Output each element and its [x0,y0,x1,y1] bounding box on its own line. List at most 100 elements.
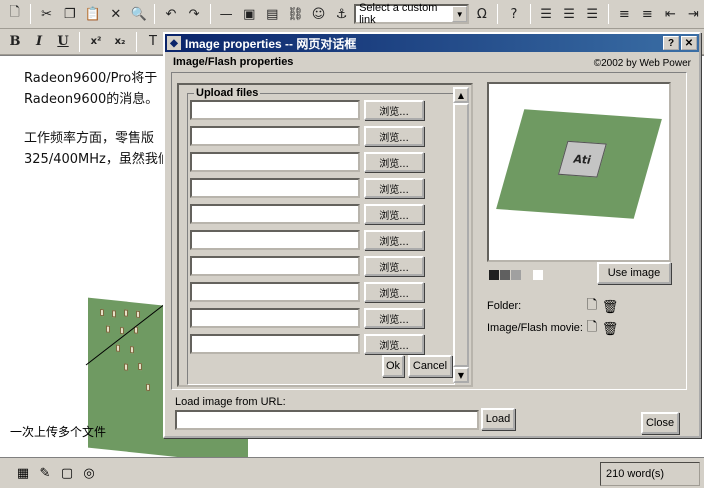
chip-dot [116,344,120,352]
horizontal-rule-icon[interactable]: — [216,3,237,25]
close-icon[interactable]: ✕ [681,36,697,50]
bold-button[interactable]: B [4,31,26,53]
chip-preview-image: Ati [496,109,662,219]
browse-button[interactable]: 浏览... [364,334,424,354]
text-color-icon[interactable]: T [142,31,164,53]
superscript-button[interactable]: x² [85,31,107,53]
chip-dot [100,308,104,317]
chip-dot [146,383,150,392]
upload-row: 浏览... [188,334,428,354]
chevron-down-icon[interactable]: ▼ [452,6,468,22]
file-path-input[interactable] [190,282,360,302]
trash-icon[interactable]: 🗑 [602,321,619,337]
special-character-icon[interactable]: Ω [471,3,492,25]
cut-icon[interactable]: ✂ [36,3,57,25]
help-icon[interactable]: ? [503,3,524,25]
copy-icon[interactable]: ❐ [59,3,80,25]
toolbar-separator [497,4,499,24]
browse-button[interactable]: 浏览... [364,204,424,224]
browse-button[interactable]: 浏览... [364,282,424,302]
status-bar: ▦ ✎ ▢ ◎ 210 word(s) [0,457,704,488]
html-view-icon[interactable]: ✎ [36,464,54,482]
annotation-label: 一次上传多个文件 [10,425,107,439]
outdent-icon[interactable]: ⇤ [660,3,681,25]
ati-logo: Ati [557,140,607,178]
underline-button[interactable]: U [52,31,74,53]
upload-row: 浏览... [188,100,428,120]
preview-icon[interactable]: ▢ [58,464,76,482]
upload-row: 浏览... [188,308,428,328]
file-path-input[interactable] [190,204,360,224]
cancel-button[interactable]: Cancel [408,355,452,377]
italic-button[interactable]: I [28,31,50,53]
color-swatch[interactable] [500,270,510,280]
toolbar-separator [607,4,609,24]
file-path-input[interactable] [190,178,360,198]
new-folder-icon[interactable]: 🗋 [585,298,599,315]
use-image-button[interactable]: Use image [597,262,671,284]
chip-dot [124,363,128,371]
movie-label: Image/Flash movie: [487,322,583,334]
color-swatch[interactable] [489,270,499,280]
align-center-icon[interactable]: ☰ [559,3,580,25]
toolbar-separator [136,31,137,52]
upload-row: 浏览... [188,256,428,276]
anchor-icon[interactable]: ⚓ [331,3,352,25]
paste-icon[interactable]: 📋 [82,3,103,25]
upload-row: 浏览... [188,204,428,224]
file-path-input[interactable] [190,152,360,172]
design-view-icon[interactable]: ▦ [14,464,32,482]
indent-icon[interactable]: ⇥ [683,3,704,25]
subscript-button[interactable]: x₂ [109,31,131,53]
insert-image-icon[interactable]: ▣ [239,3,260,25]
chip-dot [136,310,140,319]
file-path-input[interactable] [190,256,360,276]
load-button[interactable]: Load [481,408,515,430]
align-right-icon[interactable]: ☰ [582,3,603,25]
scroll-up-icon[interactable]: ▲ [453,87,469,103]
bullet-list-icon[interactable]: ≡ [637,3,658,25]
ok-button[interactable]: Ok [382,355,404,377]
numbered-list-icon[interactable]: ≡ [614,3,635,25]
upload-panel: Upload files 浏览... 浏览... 浏览... 浏览... 浏览... 浏览… [177,83,473,387]
person-icon[interactable]: ☺ [308,3,329,25]
align-left-icon[interactable]: ☰ [536,3,557,25]
trash-icon[interactable]: 🗑 [602,299,619,315]
insert-document-icon[interactable]: ▤ [262,3,283,25]
scroll-thumb[interactable] [453,103,469,367]
close-button[interactable]: Close [641,412,679,434]
delete-icon[interactable]: ✕ [105,3,126,25]
file-path-input[interactable] [190,230,360,250]
file-path-input[interactable] [190,100,360,120]
browse-button[interactable]: 浏览... [364,152,424,172]
redo-icon[interactable]: ↷ [184,3,205,25]
file-path-input[interactable] [190,126,360,146]
new-file-icon[interactable]: 🗋 [585,320,599,337]
browse-button[interactable]: 浏览... [364,178,424,198]
url-input[interactable] [175,410,479,430]
custom-link-select[interactable]: Select a custom link ▼ [354,2,470,26]
source-icon[interactable]: ◎ [80,464,98,482]
browse-button[interactable]: 浏览... [364,100,424,120]
browse-button[interactable]: 浏览... [364,126,424,146]
window-icon: ◆ [167,36,181,50]
help-button[interactable]: ? [663,36,679,50]
color-swatch[interactable] [511,270,521,280]
browse-button[interactable]: 浏览... [364,308,424,328]
browse-button[interactable]: 浏览... [364,230,424,250]
file-path-input[interactable] [190,334,360,354]
color-swatch[interactable] [533,270,543,280]
find-icon[interactable]: 🔍 [128,3,149,25]
scroll-down-icon[interactable]: ▼ [453,367,469,383]
upload-scrollbar[interactable]: ▲ ▼ [453,87,469,383]
upload-row: 浏览... [188,178,428,198]
chip-dot [112,310,116,318]
color-swatch[interactable] [522,270,532,280]
new-document-icon[interactable]: 🗋 [4,3,25,25]
chip-dot [134,326,138,334]
link-icon[interactable]: ⛓ [285,3,306,25]
url-label: Load image from URL: [175,396,286,408]
undo-icon[interactable]: ↶ [160,3,181,25]
browse-button[interactable]: 浏览... [364,256,424,276]
file-path-input[interactable] [190,308,360,328]
